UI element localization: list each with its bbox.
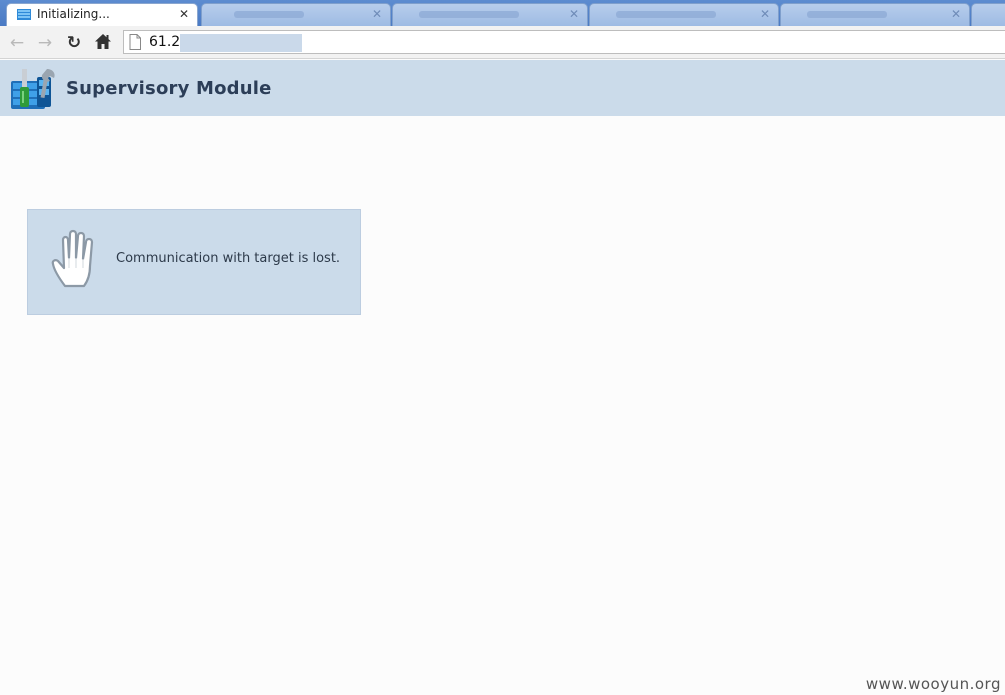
app-title: Supervisory Module [66,78,272,99]
page-icon [129,34,141,50]
supervisory-tools-icon [11,69,55,109]
tab-title-placeholder [616,11,716,18]
app-favicon-icon [17,9,31,20]
background-tab[interactable]: ✕ [201,3,391,26]
reload-icon[interactable]: ↻ [64,33,84,53]
tab-initializing[interactable]: Initializing... ✕ [6,3,198,26]
url-redaction [180,34,302,52]
tab-close-icon[interactable]: ✕ [372,4,382,25]
watermark: www.wooyun.org [865,675,1001,693]
background-tab[interactable]: ✕ [589,3,779,26]
tab-title-placeholder [419,11,519,18]
tab-close-icon[interactable]: ✕ [179,4,189,25]
tab-close-icon[interactable]: ✕ [569,4,579,25]
connection-lost-panel: Communication with target is lost. [27,209,361,315]
background-tab[interactable]: ✕ [392,3,588,26]
tab-close-icon[interactable]: ✕ [951,4,961,25]
home-icon[interactable] [93,33,113,53]
address-bar[interactable]: 61.2 [123,30,1005,54]
back-arrow-icon[interactable]: ← [7,33,27,53]
browser-tab-strip: Initializing... ✕ ✕ ✕ ✕ ✕ [0,0,1005,26]
browser-toolbar: ← → ↻ 61.2 [0,26,1005,59]
app-header: Supervisory Module [0,60,1005,116]
tab-title: Initializing... [37,7,110,21]
connection-lost-message: Communication with target is lost. [116,251,341,266]
stop-hand-icon [51,229,94,288]
background-tab[interactable]: ✕ [780,3,970,26]
url-text[interactable]: 61.2 [149,33,180,51]
background-tab[interactable] [971,3,1005,26]
tab-title-placeholder [807,11,887,18]
forward-arrow-icon[interactable]: → [35,33,55,53]
tab-title-placeholder [234,11,304,18]
tab-close-icon[interactable]: ✕ [760,4,770,25]
